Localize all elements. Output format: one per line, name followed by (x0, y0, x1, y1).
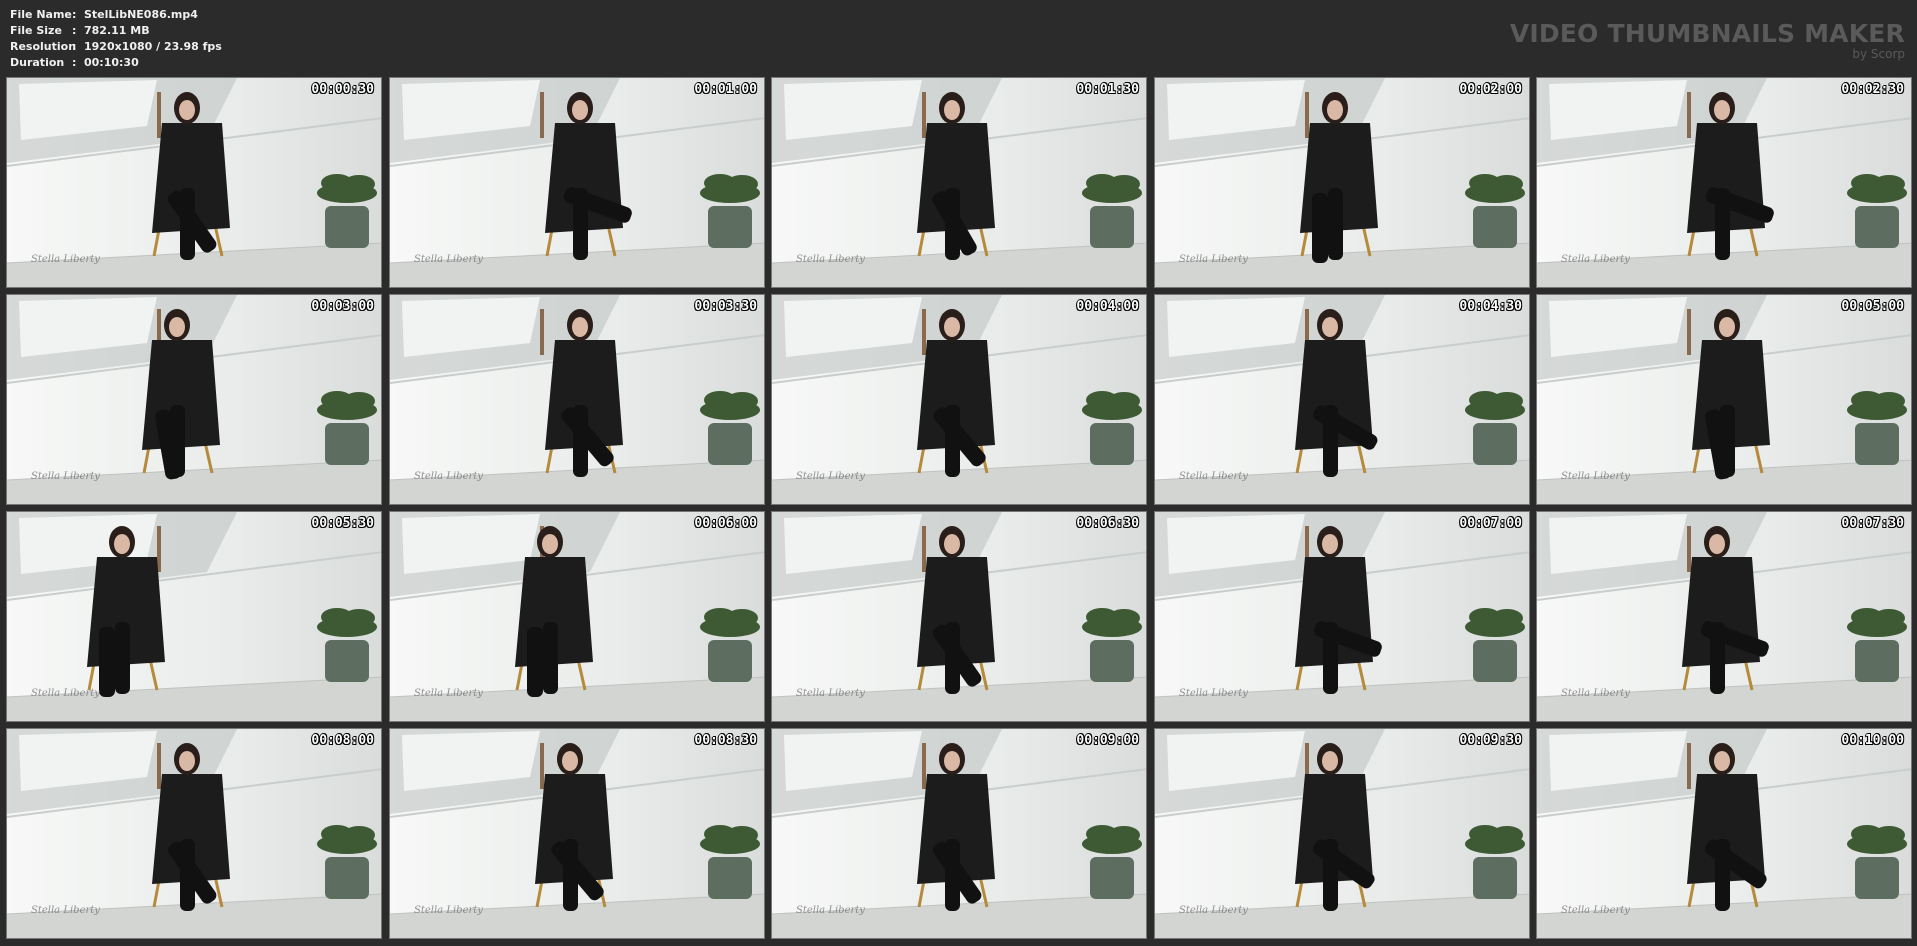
thumbnail-watermark: Stella Liberty (1179, 688, 1248, 699)
thumbnail-watermark: Stella Liberty (796, 905, 865, 916)
brand-subtitle: by Scorp (1852, 47, 1905, 61)
info-value: 782.11 MB (84, 24, 150, 37)
info-row-resolution: Resolution : 1920x1080 / 23.98 fps (10, 39, 222, 55)
thumbnail-timestamp: 00:04:00 (1076, 299, 1139, 314)
video-thumbnail[interactable]: 00:03:00 Stella Liberty (6, 294, 382, 505)
info-row-file-name: File Name : StelLibNE086.mp4 (10, 7, 222, 23)
info-value: 00:10:30 (84, 56, 139, 69)
thumbnail-timestamp: 00:06:00 (694, 516, 757, 531)
video-thumbnail[interactable]: 00:09:00 Stella Liberty (771, 728, 1147, 939)
video-thumbnail[interactable]: 00:00:30 Stella Liberty (6, 77, 382, 288)
thumbnail-timestamp: 00:09:30 (1459, 733, 1522, 748)
thumbnail-watermark: Stella Liberty (414, 688, 483, 699)
thumbnail-watermark: Stella Liberty (1561, 254, 1630, 265)
video-thumbnail[interactable]: 00:08:00 Stella Liberty (6, 728, 382, 939)
info-row-duration: Duration : 00:10:30 (10, 55, 222, 71)
video-thumbnail[interactable]: 00:02:00 Stella Liberty (1154, 77, 1530, 288)
thumbnail-watermark: Stella Liberty (414, 905, 483, 916)
info-key: Duration (10, 56, 65, 69)
video-thumbnail[interactable]: 00:04:30 Stella Liberty (1154, 294, 1530, 505)
video-thumbnail[interactable]: 00:10:00 Stella Liberty (1536, 728, 1912, 939)
video-thumbnail[interactable]: 00:01:00 Stella Liberty (389, 77, 765, 288)
thumbnail-timestamp: 00:10:00 (1841, 733, 1904, 748)
thumbnail-timestamp: 00:07:00 (1459, 516, 1522, 531)
thumbnail-grid: 00:00:30 Stella Liberty 00:01:00 Stella Lib… (6, 77, 1912, 941)
thumbnail-watermark: Stella Liberty (1561, 905, 1630, 916)
thumbnail-timestamp: 00:01:00 (694, 82, 757, 97)
thumbnail-timestamp: 00:02:30 (1841, 82, 1904, 97)
info-key: File Name (10, 8, 72, 21)
info-separator: : (72, 8, 77, 21)
thumbnail-watermark: Stella Liberty (1179, 471, 1248, 482)
video-thumbnail[interactable]: 00:02:30 Stella Liberty (1536, 77, 1912, 288)
info-separator: : (72, 56, 77, 69)
brand-logo: VIDEO THUMBNAILS MAKER by Scorp (1510, 20, 1905, 61)
thumbnail-timestamp: 00:05:00 (1841, 299, 1904, 314)
thumbnail-timestamp: 00:02:00 (1459, 82, 1522, 97)
video-thumbnail[interactable]: 00:06:30 Stella Liberty (771, 511, 1147, 722)
video-thumbnail[interactable]: 00:06:00 Stella Liberty (389, 511, 765, 722)
video-thumbnail[interactable]: 00:05:30 Stella Liberty (6, 511, 382, 722)
thumbnail-timestamp: 00:06:30 (1076, 516, 1139, 531)
video-thumbnail[interactable]: 00:07:00 Stella Liberty (1154, 511, 1530, 722)
info-key: Resolution (10, 40, 77, 53)
video-thumbnail[interactable]: 00:01:30 Stella Liberty (771, 77, 1147, 288)
brand-title: VIDEO THUMBNAILS MAKER (1509, 19, 1905, 48)
header: File Name : StelLibNE086.mp4 File Size :… (0, 0, 1917, 76)
thumbnail-watermark: Stella Liberty (796, 471, 865, 482)
video-thumbnail[interactable]: 00:03:30 Stella Liberty (389, 294, 765, 505)
video-thumbnail[interactable]: 00:05:00 Stella Liberty (1536, 294, 1912, 505)
thumbnail-timestamp: 00:00:30 (311, 82, 374, 97)
thumbnail-timestamp: 00:03:30 (694, 299, 757, 314)
thumbnail-timestamp: 00:01:30 (1076, 82, 1139, 97)
thumbnail-watermark: Stella Liberty (31, 254, 100, 265)
info-value: 1920x1080 / 23.98 fps (84, 40, 222, 53)
thumbnail-watermark: Stella Liberty (796, 688, 865, 699)
thumbnail-watermark: Stella Liberty (31, 905, 100, 916)
thumbnail-watermark: Stella Liberty (1179, 254, 1248, 265)
thumbnail-timestamp: 00:07:30 (1841, 516, 1904, 531)
video-thumbnail[interactable]: 00:07:30 Stella Liberty (1536, 511, 1912, 722)
file-info: File Name : StelLibNE086.mp4 File Size :… (10, 7, 222, 71)
video-thumbnail[interactable]: 00:09:30 Stella Liberty (1154, 728, 1530, 939)
thumbnail-watermark: Stella Liberty (31, 688, 100, 699)
thumbnail-timestamp: 00:08:00 (311, 733, 374, 748)
thumbnail-timestamp: 00:03:00 (311, 299, 374, 314)
thumbnail-watermark: Stella Liberty (1179, 905, 1248, 916)
thumbnail-timestamp: 00:08:30 (694, 733, 757, 748)
thumbnail-watermark: Stella Liberty (414, 254, 483, 265)
thumbnail-watermark: Stella Liberty (796, 254, 865, 265)
info-separator: : (72, 24, 77, 37)
video-thumbnail[interactable]: 00:04:00 Stella Liberty (771, 294, 1147, 505)
video-thumbnail[interactable]: 00:08:30 Stella Liberty (389, 728, 765, 939)
thumbnail-watermark: Stella Liberty (31, 471, 100, 482)
thumbnail-watermark: Stella Liberty (1561, 471, 1630, 482)
thumbnail-timestamp: 00:04:30 (1459, 299, 1522, 314)
info-separator: : (72, 40, 77, 53)
thumbnail-timestamp: 00:09:00 (1076, 733, 1139, 748)
thumbnail-watermark: Stella Liberty (1561, 688, 1630, 699)
thumbnail-timestamp: 00:05:30 (311, 516, 374, 531)
info-value: StelLibNE086.mp4 (84, 8, 198, 21)
info-row-file-size: File Size : 782.11 MB (10, 23, 222, 39)
thumbnail-watermark: Stella Liberty (414, 471, 483, 482)
info-key: File Size (10, 24, 62, 37)
